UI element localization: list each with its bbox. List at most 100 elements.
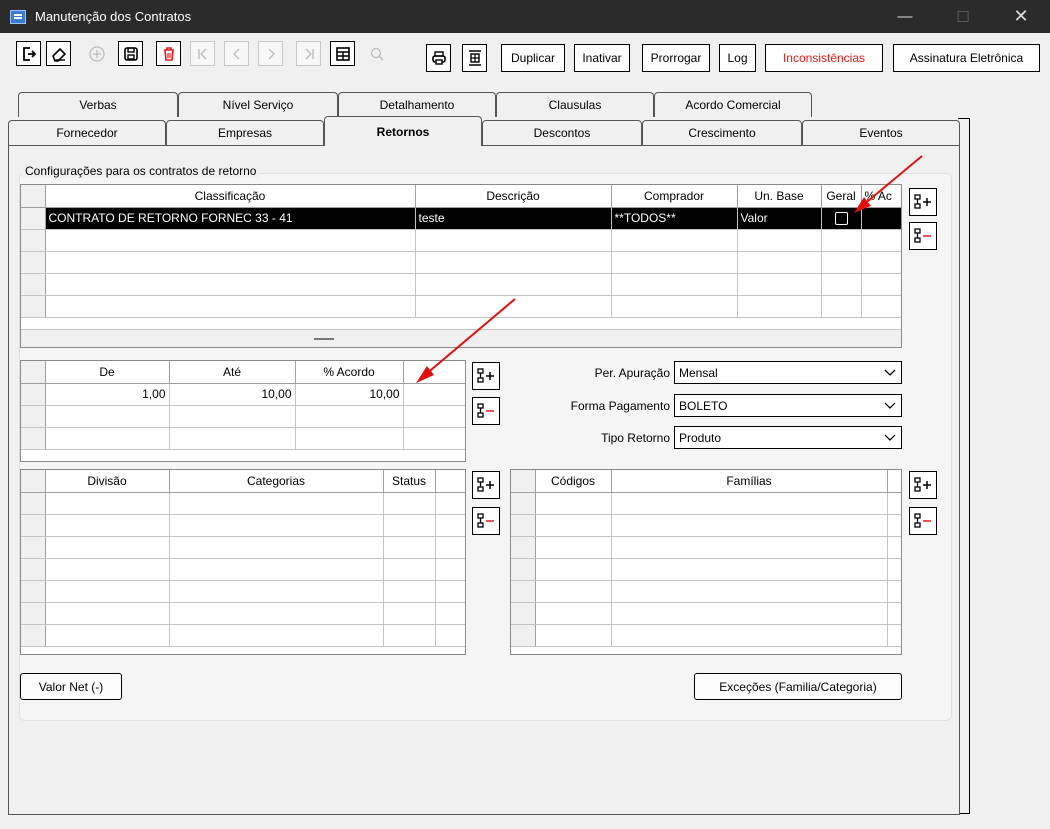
tab-eventos[interactable]: Eventos [802,120,960,145]
excecoes-button[interactable]: Exceções (Familia/Categoria) [694,673,902,700]
add-contract-row-button[interactable] [909,188,937,216]
cell-geral[interactable] [821,207,862,230]
tab-retornos[interactable]: Retornos [324,116,482,146]
prev-record-icon [232,48,239,59]
eraser-button[interactable] [46,41,71,66]
tipo-retorno-select[interactable]: Produto [674,426,902,449]
table-row[interactable] [21,295,901,318]
contracts-grid[interactable]: Classificação Descrição Comprador Un. Ba… [20,184,902,348]
tab-fornecedor[interactable]: Fornecedor [8,120,166,145]
table-row[interactable] [511,514,901,537]
column-header-un-base[interactable]: Un. Base [737,185,822,208]
tab-acordo-comercial[interactable]: Acordo Comercial [654,92,812,117]
resize-handle[interactable] [314,338,334,340]
remove-contract-row-button[interactable] [909,222,937,250]
cell-de[interactable]: 1,00 [45,383,170,406]
grid-resize-bar[interactable] [21,329,901,347]
table-row[interactable] [511,602,901,625]
table-row[interactable] [511,580,901,603]
grid-view-button[interactable] [330,41,355,66]
add-division-row-button[interactable] [472,471,500,499]
table-row[interactable] [21,273,901,296]
add-record-button[interactable] [84,41,109,66]
column-header-comprador[interactable]: Comprador [611,185,738,208]
last-record-button[interactable] [296,41,321,66]
column-header-categorias[interactable]: Categorias [169,470,384,493]
table-row[interactable] [21,580,465,603]
table-row[interactable] [21,624,465,647]
remove-range-row-button[interactable] [472,397,500,425]
cell-acordo[interactable]: 10,00 [295,383,404,406]
assinatura-eletronica-button[interactable]: Assinatura Eletrônica [893,44,1040,72]
table-row[interactable] [21,602,465,625]
layout-button[interactable] [462,44,487,72]
delete-button[interactable] [156,41,181,66]
cell-un-base[interactable]: Valor [737,207,822,230]
inconsistencias-button[interactable]: Inconsistências [765,44,883,72]
table-row[interactable]: CONTRATO DE RETORNO FORNEC 33 - 41 teste… [21,207,901,230]
log-button[interactable]: Log [719,44,756,72]
duplicar-button[interactable]: Duplicar [501,44,565,72]
forma-pagamento-select[interactable]: BOLETO [674,394,902,417]
exit-button[interactable] [16,41,41,66]
print-button[interactable] [426,44,451,72]
column-header-percent-acordo[interactable]: % Acordo [295,361,404,384]
column-header-familias[interactable]: Famílias [611,470,888,493]
cell-classificacao[interactable]: CONTRATO DE RETORNO FORNEC 33 - 41 [45,207,416,230]
tab-crescimento[interactable]: Crescimento [642,120,802,145]
tab-empresas[interactable]: Empresas [166,120,324,145]
inativar-button[interactable]: Inativar [574,44,630,72]
table-row[interactable] [511,492,901,515]
codes-grid[interactable]: Códigos Famílias [510,469,902,655]
search-button[interactable] [364,41,389,66]
table-row[interactable] [511,558,901,581]
table-row[interactable] [21,405,465,428]
remove-division-row-button[interactable] [472,507,500,535]
next-record-button[interactable] [258,41,283,66]
table-row[interactable] [21,251,901,274]
division-grid[interactable]: Divisão Categorias Status [20,469,466,655]
tab-detalhamento[interactable]: Detalhamento [338,92,496,117]
cell-descricao[interactable]: teste [415,207,612,230]
table-row[interactable] [511,624,901,647]
table-row[interactable] [511,536,901,559]
cell-comprador[interactable]: **TODOS** [611,207,738,230]
minimize-button[interactable]: — [882,0,928,33]
save-button[interactable] [118,41,143,66]
table-row[interactable] [21,558,465,581]
first-record-button[interactable] [190,41,215,66]
table-row[interactable] [21,492,465,515]
tab-descontos[interactable]: Descontos [482,120,642,145]
column-header-descricao[interactable]: Descrição [415,185,612,208]
cell-acordo[interactable]: 1 [861,207,901,230]
add-range-row-button[interactable] [472,362,500,390]
tab-clausulas[interactable]: Clausulas [496,92,654,117]
close-button[interactable]: ✕ [998,0,1044,33]
column-header-acordo[interactable]: % Ac [861,185,901,208]
add-code-row-button[interactable] [909,471,937,499]
column-header-classificacao[interactable]: Classificação [45,185,416,208]
geral-checkbox[interactable] [834,212,848,226]
column-header-ate[interactable]: Até [169,361,296,384]
per-apuracao-select[interactable]: Mensal [674,361,902,384]
prorrogar-button[interactable]: Prorrogar [642,44,710,72]
tab-nivel-servico[interactable]: Nível Serviço [178,92,338,117]
previous-record-button[interactable] [224,41,249,66]
table-row[interactable]: 1,00 10,00 10,00 [21,383,465,406]
column-header-geral[interactable]: Geral [821,185,862,208]
maximize-button[interactable]: ☐ [940,0,986,33]
column-header-status[interactable]: Status [383,470,436,493]
ranges-grid[interactable]: De Até % Acordo 1,00 10,00 10,00 [20,360,466,462]
cell-ate[interactable]: 10,00 [169,383,296,406]
column-header-de[interactable]: De [45,361,170,384]
column-header-divisao[interactable]: Divisão [45,470,170,493]
table-row[interactable] [21,514,465,537]
table-row[interactable] [21,427,465,450]
tab-verbas[interactable]: Verbas [18,92,178,117]
remove-code-row-button[interactable] [909,507,937,535]
table-row[interactable] [21,536,465,559]
valor-net-button[interactable]: Valor Net (-) [20,673,122,700]
tipo-retorno-label: Tipo Retorno [601,431,670,445]
table-row[interactable] [21,229,901,252]
column-header-codigos[interactable]: Códigos [535,470,612,493]
